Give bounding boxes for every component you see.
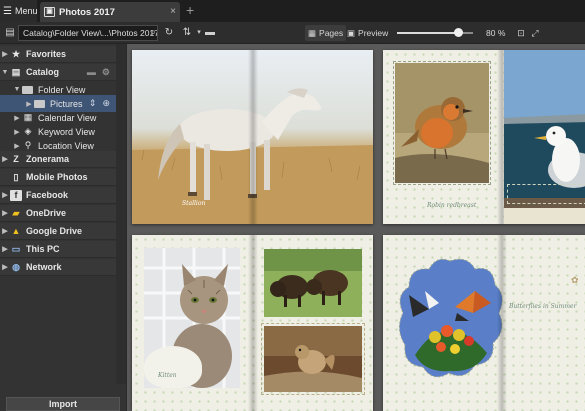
onedrive-icon: ▰ xyxy=(12,207,20,218)
zoom-level-text: 80 % xyxy=(486,28,506,38)
catalog-icon: ▤ xyxy=(11,66,21,77)
zoom-slider-thumb[interactable] xyxy=(454,28,463,37)
facebook-icon: f xyxy=(10,189,22,201)
sidebar-item-label: Favorites xyxy=(26,49,67,59)
sidebar-item-label: Calendar View xyxy=(38,112,97,123)
sidebar-item-label: OneDrive xyxy=(26,208,67,218)
sidebar-item-label: Folder View xyxy=(38,84,86,95)
preview-view-button[interactable]: ▣ Preview xyxy=(344,25,391,41)
sidebar-item-label: Pictures xyxy=(50,98,83,109)
add-folder-icon[interactable]: ▬ xyxy=(87,67,96,78)
zoom-slider[interactable] xyxy=(397,28,473,37)
fullscreen-icon[interactable]: ⤢ xyxy=(528,26,542,40)
bison-photo xyxy=(264,249,362,317)
expand-arrow-icon[interactable]: ▶ xyxy=(12,114,22,122)
sidebar-item-network[interactable]: ▶ ◍ Network xyxy=(0,259,116,276)
decor-butterfly-icon: ✿ xyxy=(571,275,579,285)
pages-view-button[interactable]: ▦ Pages xyxy=(305,25,347,41)
folder-icon xyxy=(22,85,33,94)
sidebar-item-label: Zonerama xyxy=(26,154,70,164)
path-field[interactable]: Catalog\Folder View\...\Photos 2017 xyxy=(18,25,158,41)
app-window: ☰ Menu ▣ Photos 2017 × + ▤ Catalog\Folde… xyxy=(0,0,585,411)
sidebar-scrollbar[interactable] xyxy=(116,44,126,384)
expand-arrow-icon[interactable]: ▶ xyxy=(0,227,10,235)
sidebar-item-label: Facebook xyxy=(26,190,69,200)
pages-view: Stallion Robin redbreast Kitten Butterfl… xyxy=(127,44,585,411)
page-spread-birds[interactable]: Robin redbreast xyxy=(383,50,585,224)
close-tab-icon[interactable]: × xyxy=(170,6,176,17)
page-spread-butterflies[interactable]: Butterflies in Summer ✿ xyxy=(383,235,585,411)
preview-label: Preview xyxy=(358,28,389,38)
tag-icon: ◈ xyxy=(24,126,32,136)
reorder-icon[interactable]: ⇕ xyxy=(89,98,97,109)
gear-icon[interactable]: ⚙ xyxy=(102,67,110,78)
calendar-icon: ▦ xyxy=(23,112,33,122)
robin-photo xyxy=(395,63,489,183)
sidebar-item-label: Keyword View xyxy=(38,126,95,137)
expand-arrow-icon[interactable]: ▶ xyxy=(12,128,22,136)
sidebar-item-mobile-photos[interactable]: ▯ Mobile Photos xyxy=(0,169,116,186)
kitten-caption: Kitten xyxy=(158,372,177,379)
kitten-caption-cloud xyxy=(144,346,202,388)
mobile-phone-icon: ▯ xyxy=(13,171,19,182)
sidebar-item-label: Mobile Photos xyxy=(26,172,88,182)
hamburger-icon: ☰ xyxy=(3,5,12,17)
sidebar-item-this-pc[interactable]: ▶ ▭ This PC xyxy=(0,241,116,258)
expand-arrow-icon[interactable]: ▶ xyxy=(0,209,10,217)
location-pin-icon: ⚲ xyxy=(24,140,32,150)
butterfly-photo xyxy=(395,255,505,385)
preview-icon: ▣ xyxy=(347,27,356,38)
new-folder-icon[interactable]: ▬ xyxy=(203,26,217,40)
sidebar-item-label: Network xyxy=(26,262,62,272)
expand-arrow-icon[interactable]: ▶ xyxy=(0,191,10,199)
sidebar-item-onedrive[interactable]: ▶ ▰ OneDrive xyxy=(0,205,116,222)
grid-icon: ▦ xyxy=(308,27,317,38)
robin-caption: Robin redbreast xyxy=(427,202,477,209)
share-icon[interactable]: ⊕ xyxy=(102,98,110,109)
fit-page-icon[interactable]: ⊡ xyxy=(514,26,528,40)
expand-arrow-icon[interactable]: ▶ xyxy=(0,155,10,163)
star-icon: ★ xyxy=(11,48,21,59)
sidebar-item-google-drive[interactable]: ▶ ▲ Google Drive xyxy=(0,223,116,240)
sidebar-item-zonerama[interactable]: ▶ Z Zonerama xyxy=(0,151,116,168)
expand-arrow-icon[interactable]: ▶ xyxy=(0,263,10,271)
sidebar-item-facebook[interactable]: ▶ f Facebook xyxy=(0,187,116,204)
title-bar: ☰ Menu ▣ Photos 2017 × + xyxy=(0,0,585,22)
expand-arrow-icon[interactable]: ▶ xyxy=(0,50,10,58)
collapse-arrow-icon[interactable]: ▼ xyxy=(12,86,22,93)
expand-arrow-icon[interactable]: ▶ xyxy=(12,142,22,150)
import-button[interactable]: Import xyxy=(6,397,120,411)
sidebar-item-label: Location View xyxy=(38,140,94,151)
sidebar-item-label: Catalog xyxy=(26,67,60,77)
collapse-arrow-icon[interactable]: ▼ xyxy=(0,69,10,76)
tab-title: Photos 2017 xyxy=(59,6,115,18)
toolbar: ▤ Catalog\Folder View\...\Photos 2017 ⌕ … xyxy=(0,22,585,44)
network-globe-icon: ◍ xyxy=(12,261,20,272)
sidebar-item-label: This PC xyxy=(26,244,60,254)
expand-arrow-icon[interactable]: ▶ xyxy=(0,245,10,253)
folder-tree-icon[interactable]: ▤ xyxy=(3,26,17,40)
horse-caption: Stallion xyxy=(182,200,206,207)
zonerama-icon: Z xyxy=(13,153,19,164)
menu-label: Menu xyxy=(14,6,38,16)
tab-photos-2017[interactable]: ▣ Photos 2017 × xyxy=(40,2,180,22)
pages-label: Pages xyxy=(319,28,344,38)
sidebar: ▶ ★ Favorites ▼ ▤ Catalog ▬ ⚙ ▼ Folder V… xyxy=(0,44,127,411)
menu-button[interactable]: ☰ Menu xyxy=(0,0,37,22)
butterfly-caption: Butterflies in Summer xyxy=(509,303,577,310)
sidebar-item-favorites[interactable]: ▶ ★ Favorites xyxy=(0,46,116,63)
sidebar-item-catalog[interactable]: ▼ ▤ Catalog ▬ ⚙ xyxy=(0,64,116,81)
photos-tab-icon: ▣ xyxy=(44,7,55,17)
search-icon[interactable]: ⌕ xyxy=(146,26,160,40)
sidebar-item-label: Google Drive xyxy=(26,226,83,236)
new-tab-button[interactable]: + xyxy=(186,3,194,17)
refresh-icon[interactable]: ↻ xyxy=(162,26,176,40)
computer-icon: ▭ xyxy=(11,243,21,254)
zoom-slider-fill xyxy=(397,32,458,34)
google-drive-icon: ▲ xyxy=(11,225,21,236)
page-spread-animals[interactable]: Kitten xyxy=(132,235,373,411)
expand-arrow-icon[interactable]: ▶ xyxy=(24,100,34,108)
folder-icon xyxy=(34,99,45,108)
page-spread-horse[interactable]: Stallion xyxy=(132,50,373,224)
